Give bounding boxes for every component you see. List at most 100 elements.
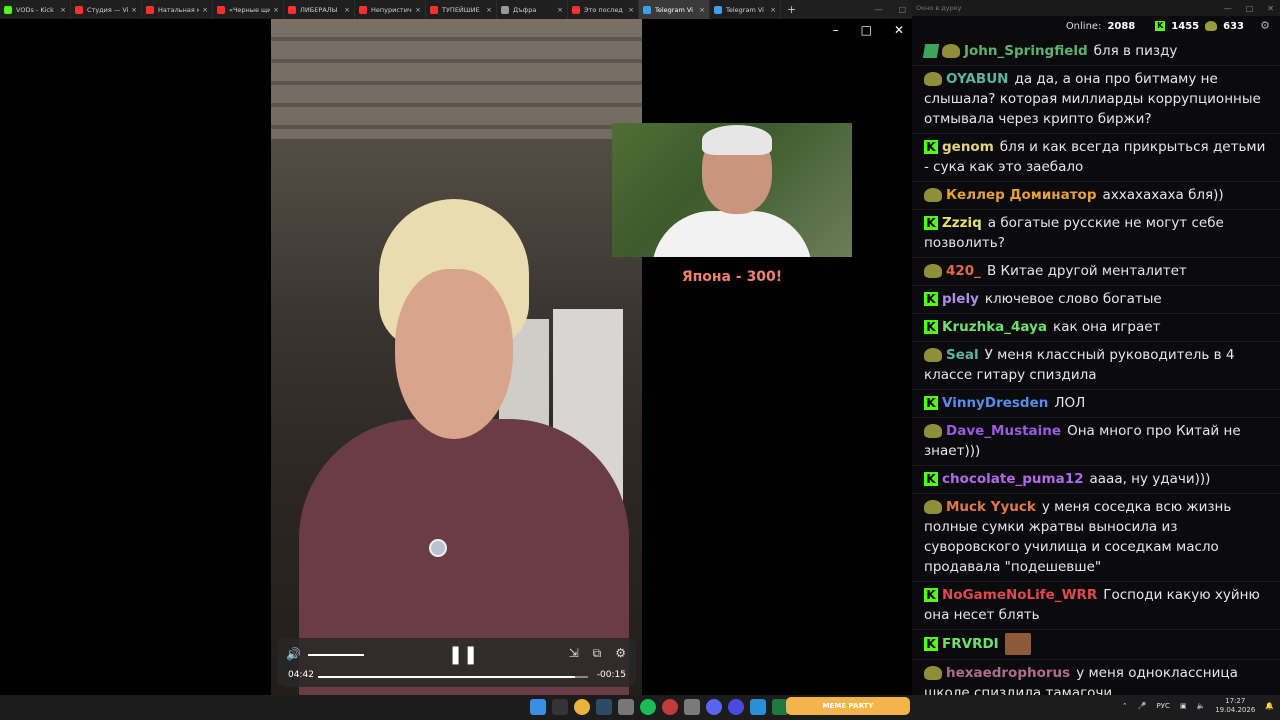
chat-username[interactable]: genom (942, 139, 994, 155)
chat-message: K Kruzhka_4aya как она играет (912, 314, 1280, 342)
chat-username[interactable]: FRVRDI (942, 636, 999, 652)
volume-icon[interactable]: 🔊 (286, 647, 301, 661)
notifications-icon[interactable]: 🔔 (1265, 702, 1274, 710)
chat-username[interactable]: chocolate_puma12 (942, 471, 1084, 487)
chat-username[interactable]: NoGameNoLife_WRR (942, 587, 1097, 603)
clock-time: 17:27 (1225, 697, 1246, 705)
video-right-controls: ⇲ ⧉ ⚙ (569, 646, 626, 661)
chat-username[interactable]: OYABUN (946, 71, 1008, 87)
chat-username[interactable]: 420_ (946, 263, 981, 279)
pepe-badge-icon (924, 72, 942, 86)
taskbar-apps (530, 699, 788, 715)
minimize-icon[interactable]: — (874, 5, 882, 14)
start-icon[interactable] (530, 699, 546, 715)
close-icon[interactable]: ✕ (1267, 4, 1274, 13)
chrome-icon[interactable] (574, 699, 590, 715)
browser-tab[interactable]: Дъфра × (497, 0, 568, 19)
close-tab-icon[interactable]: × (344, 6, 350, 14)
browser-tab[interactable]: Непуристичн × (355, 0, 426, 19)
app-icon[interactable] (728, 699, 744, 715)
chat-username[interactable]: Kruzhka_4aya (942, 319, 1047, 335)
chevron-up-icon[interactable]: ⌃ (1122, 702, 1128, 710)
tab-title: Дъфра (513, 5, 537, 14)
close-tab-icon[interactable]: × (557, 6, 563, 14)
chat-message: K NoGameNoLife_WRR Господи какую хуйню она… (912, 582, 1280, 630)
chat-stats-bar: Online: 2088 K 1455 633 ⚙ (912, 16, 1280, 36)
pip-icon[interactable]: ⧉ (593, 646, 602, 661)
kick-viewer-count: 1455 (1171, 20, 1200, 32)
close-tab-icon[interactable]: × (770, 6, 776, 14)
browser-tab[interactable]: ЛИБЕРАЛЫ × (284, 0, 355, 19)
close-tab-icon[interactable]: × (202, 6, 208, 14)
app-icon[interactable] (684, 699, 700, 715)
video-frame[interactable] (271, 19, 642, 695)
chat-username[interactable]: Zzziq (942, 215, 982, 231)
pause-button[interactable]: ❚❚ (448, 644, 478, 665)
close-tab-icon[interactable]: × (131, 6, 137, 14)
spotify-icon[interactable] (640, 699, 656, 715)
tab-favicon-icon (217, 5, 225, 14)
chat-window-controls: — □ ✕ (1224, 0, 1274, 16)
chat-message: OYABUN да да, а она про битмаму не слышал… (912, 66, 1280, 134)
browser-tab[interactable]: Студия — Vi × (71, 0, 142, 19)
kick-icon: K (1155, 21, 1166, 31)
settings-icon[interactable]: ⚙ (1260, 19, 1270, 32)
browser-tab[interactable]: VODs - Kick × (0, 0, 71, 19)
steam-icon[interactable] (596, 699, 612, 715)
chat-message: Kchocolate_puma12 аааа, ну удачи))) (912, 466, 1280, 494)
chat-username[interactable]: Келлер Доминатор (946, 187, 1096, 203)
clock[interactable]: 17:27 19.04.2026 (1215, 697, 1255, 715)
maximize-icon[interactable]: □ (898, 5, 906, 14)
speaker-icon[interactable]: 🔈 (1196, 702, 1205, 710)
maximize-icon[interactable]: □ (861, 23, 872, 37)
chat-username[interactable]: Dave_Mustaine (946, 423, 1061, 439)
search-icon[interactable] (552, 699, 568, 715)
browser-tab[interactable]: Telegram Vi × (639, 0, 710, 19)
settings-icon[interactable]: ⚙ (615, 646, 626, 661)
tab-title: ТУПЕЙШИЕ (442, 5, 480, 14)
close-tab-icon[interactable]: × (486, 6, 492, 14)
microphone-icon[interactable]: 🎤 (1138, 702, 1147, 710)
close-icon[interactable]: ✕ (894, 23, 904, 37)
pip-caption: Япона - 300! (681, 269, 783, 285)
language-indicator[interactable]: РУС (1156, 702, 1169, 710)
app-icon[interactable] (662, 699, 678, 715)
browser-tab[interactable]: ТУПЕЙШИЕ × (426, 0, 497, 19)
maximize-icon[interactable]: □ (1246, 4, 1254, 13)
minimize-icon[interactable]: — (1224, 4, 1232, 13)
tab-favicon-icon (643, 5, 651, 14)
browser-tab[interactable]: Это послед × (568, 0, 639, 19)
current-time: 04:42 (288, 670, 314, 680)
chat-username[interactable]: hexaedrophorus (946, 665, 1070, 681)
chat-message-text: ключевое слово богатые (984, 291, 1162, 307)
chat-username[interactable]: Muck Yyuck (946, 499, 1036, 515)
close-tab-icon[interactable]: × (60, 6, 66, 14)
video-viewer: – □ ✕ Япона - 300! 🔊 ❚❚ ⇲ ⧉ ⚙ 04:42 -00:… (0, 19, 912, 695)
minimize-icon[interactable]: – (833, 23, 839, 37)
network-icon[interactable]: ▣ (1180, 702, 1187, 710)
browser-tab[interactable]: Telegram Vi × (710, 0, 781, 19)
volume-slider[interactable] (308, 654, 364, 656)
close-tab-icon[interactable]: × (273, 6, 279, 14)
browser-tab[interactable]: «Черные щит× (213, 0, 284, 19)
exit-fullscreen-icon[interactable]: ⇲ (569, 646, 579, 661)
close-tab-icon[interactable]: × (699, 6, 705, 14)
chat-username[interactable]: VinnyDresden (942, 395, 1048, 411)
chat-message: Dave_Mustaine Она много про Китай не знае… (912, 418, 1280, 466)
chat-username[interactable]: plely (942, 291, 979, 307)
pepe-badge-icon (924, 424, 942, 438)
tab-favicon-icon (4, 5, 12, 14)
new-tab-button[interactable]: + (787, 3, 796, 16)
close-tab-icon[interactable]: × (628, 6, 634, 14)
chat-username[interactable]: John_Springfield (964, 43, 1088, 59)
meme-party-banner[interactable]: MEME PARTY (786, 697, 910, 715)
tab-title: VODs - Kick (16, 5, 54, 14)
close-tab-icon[interactable]: × (415, 6, 421, 14)
browser-tab[interactable]: Натальная ка× (142, 0, 213, 19)
seek-bar[interactable] (318, 676, 588, 678)
chat-username[interactable]: Seal (946, 347, 979, 363)
pepe-badge-icon (924, 264, 942, 278)
discord-icon[interactable] (706, 699, 722, 715)
app-icon[interactable] (618, 699, 634, 715)
vscode-icon[interactable] (750, 699, 766, 715)
